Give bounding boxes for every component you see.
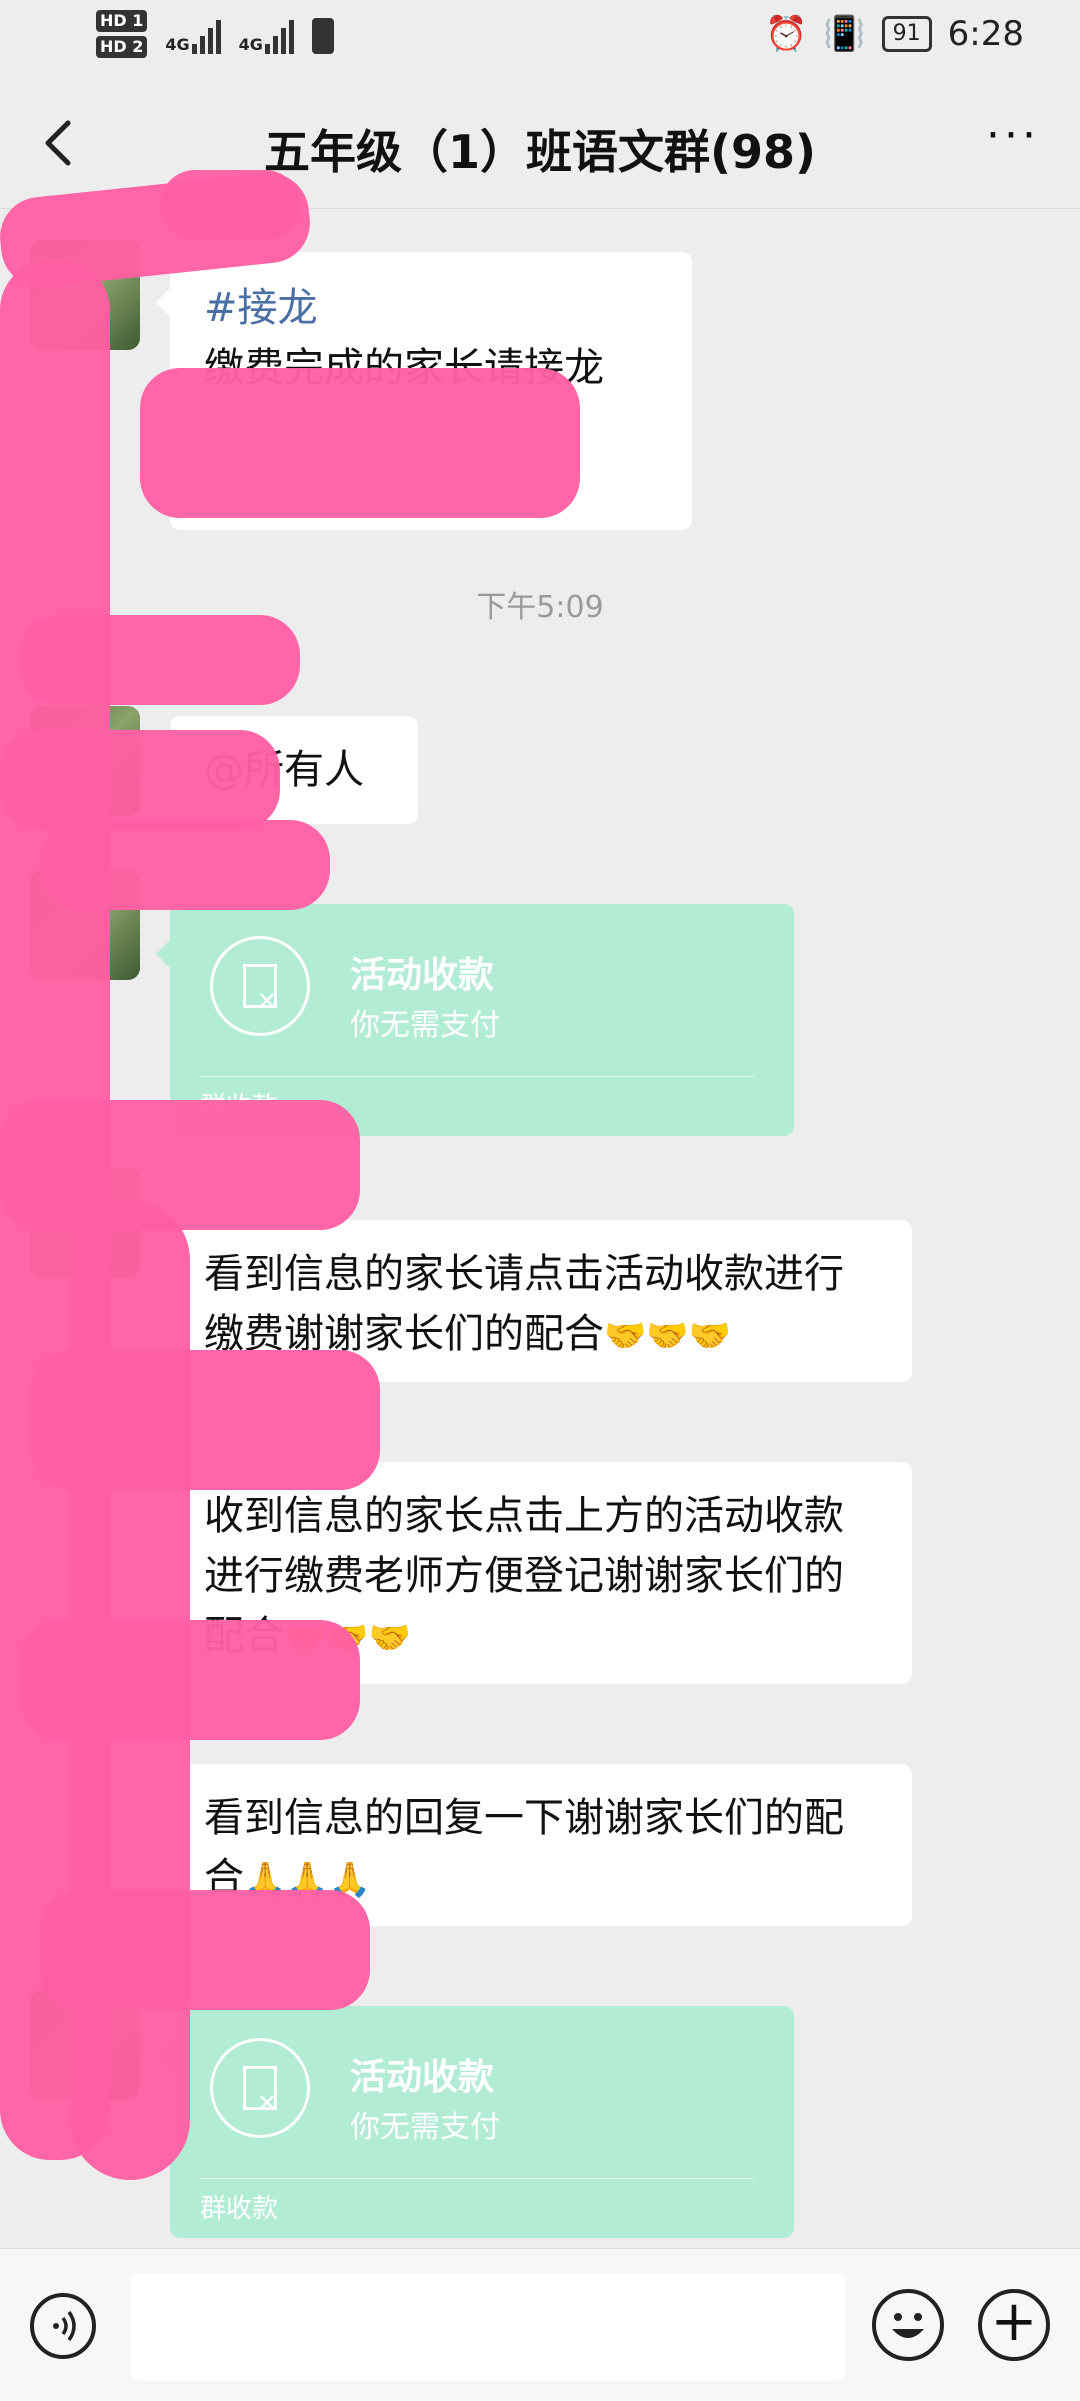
vibrate-icon: 📳 <box>823 14 866 54</box>
receipt-icon: ✕ <box>210 2038 310 2138</box>
more-options-icon[interactable]: ··· <box>986 114 1046 166</box>
receipt-icon: ✕ <box>210 936 310 1036</box>
handshake-emoji: 🤝🤝🤝 <box>604 1316 732 1356</box>
payment-footer: 群收款 <box>200 2194 279 2224</box>
clock: 6:28 <box>947 14 1024 54</box>
payment-subtitle: 你无需支付 <box>350 2110 500 2145</box>
notification-icon <box>311 18 334 54</box>
voice-input-icon[interactable] <box>30 2293 96 2359</box>
message-text: 看到信息的家长请点击活动收款进行缴费谢谢家长们的配合 <box>204 1251 844 1357</box>
payment-subtitle: 你无需支付 <box>350 1008 500 1043</box>
divider <box>200 2178 754 2179</box>
signal-2-icon: 4G <box>239 10 294 54</box>
input-bar: + <box>0 2248 1080 2401</box>
message-input[interactable] <box>130 2273 846 2381</box>
add-attachment-icon[interactable]: + <box>978 2289 1050 2361</box>
hd-indicator: HD 1 HD 2 <box>96 10 148 58</box>
payment-title: 活动收款 <box>350 955 495 996</box>
chat-title: 五年级（1）班语文群(98) <box>263 125 817 179</box>
emoji-icon[interactable] <box>872 2289 944 2361</box>
hashtag[interactable]: #接龙 <box>204 278 658 338</box>
signal-1-icon: 4G <box>165 10 221 54</box>
battery-icon: 91 <box>881 16 932 52</box>
payment-card[interactable]: ✕ 活动收款 你无需支付 群收款 <box>156 2006 794 2238</box>
payment-title: 活动收款 <box>350 2057 495 2098</box>
divider <box>200 1076 754 1077</box>
alarm-icon: ⏰ <box>764 14 808 54</box>
status-bar: HD 1 HD 2 4G 4G ⏰ 📳 91 6:28 <box>0 0 1080 78</box>
